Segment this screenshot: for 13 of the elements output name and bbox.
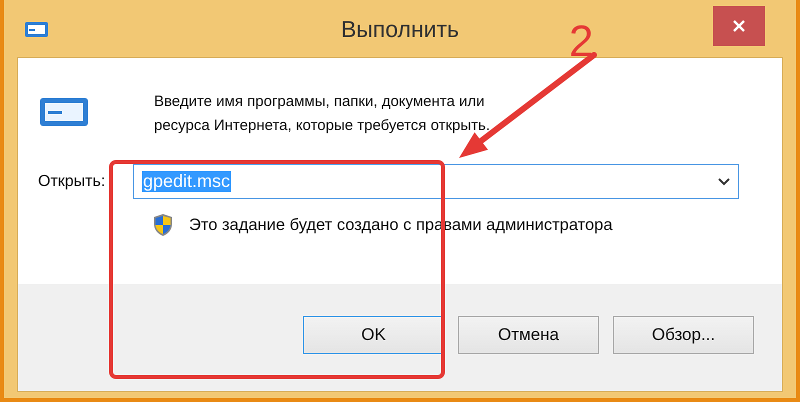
window-title: Выполнить [340,15,460,43]
shield-icon [153,213,173,237]
run-icon [24,20,50,40]
step-number: 2 [569,20,594,64]
dialog-button[interactable]: Обзор... [613,316,754,354]
dialog-button[interactable]: OK [303,316,444,354]
open-label: Открыть: [38,172,106,190]
close-button[interactable] [713,6,765,46]
run-icon [38,96,90,128]
description-text: Введите имя программы, папки, документа или ресурса Интернета, которые требуется открыть. [154,92,491,136]
chevron-down-icon [718,178,730,186]
close-icon [732,19,746,33]
dialog-button[interactable]: Отмена [458,316,599,354]
